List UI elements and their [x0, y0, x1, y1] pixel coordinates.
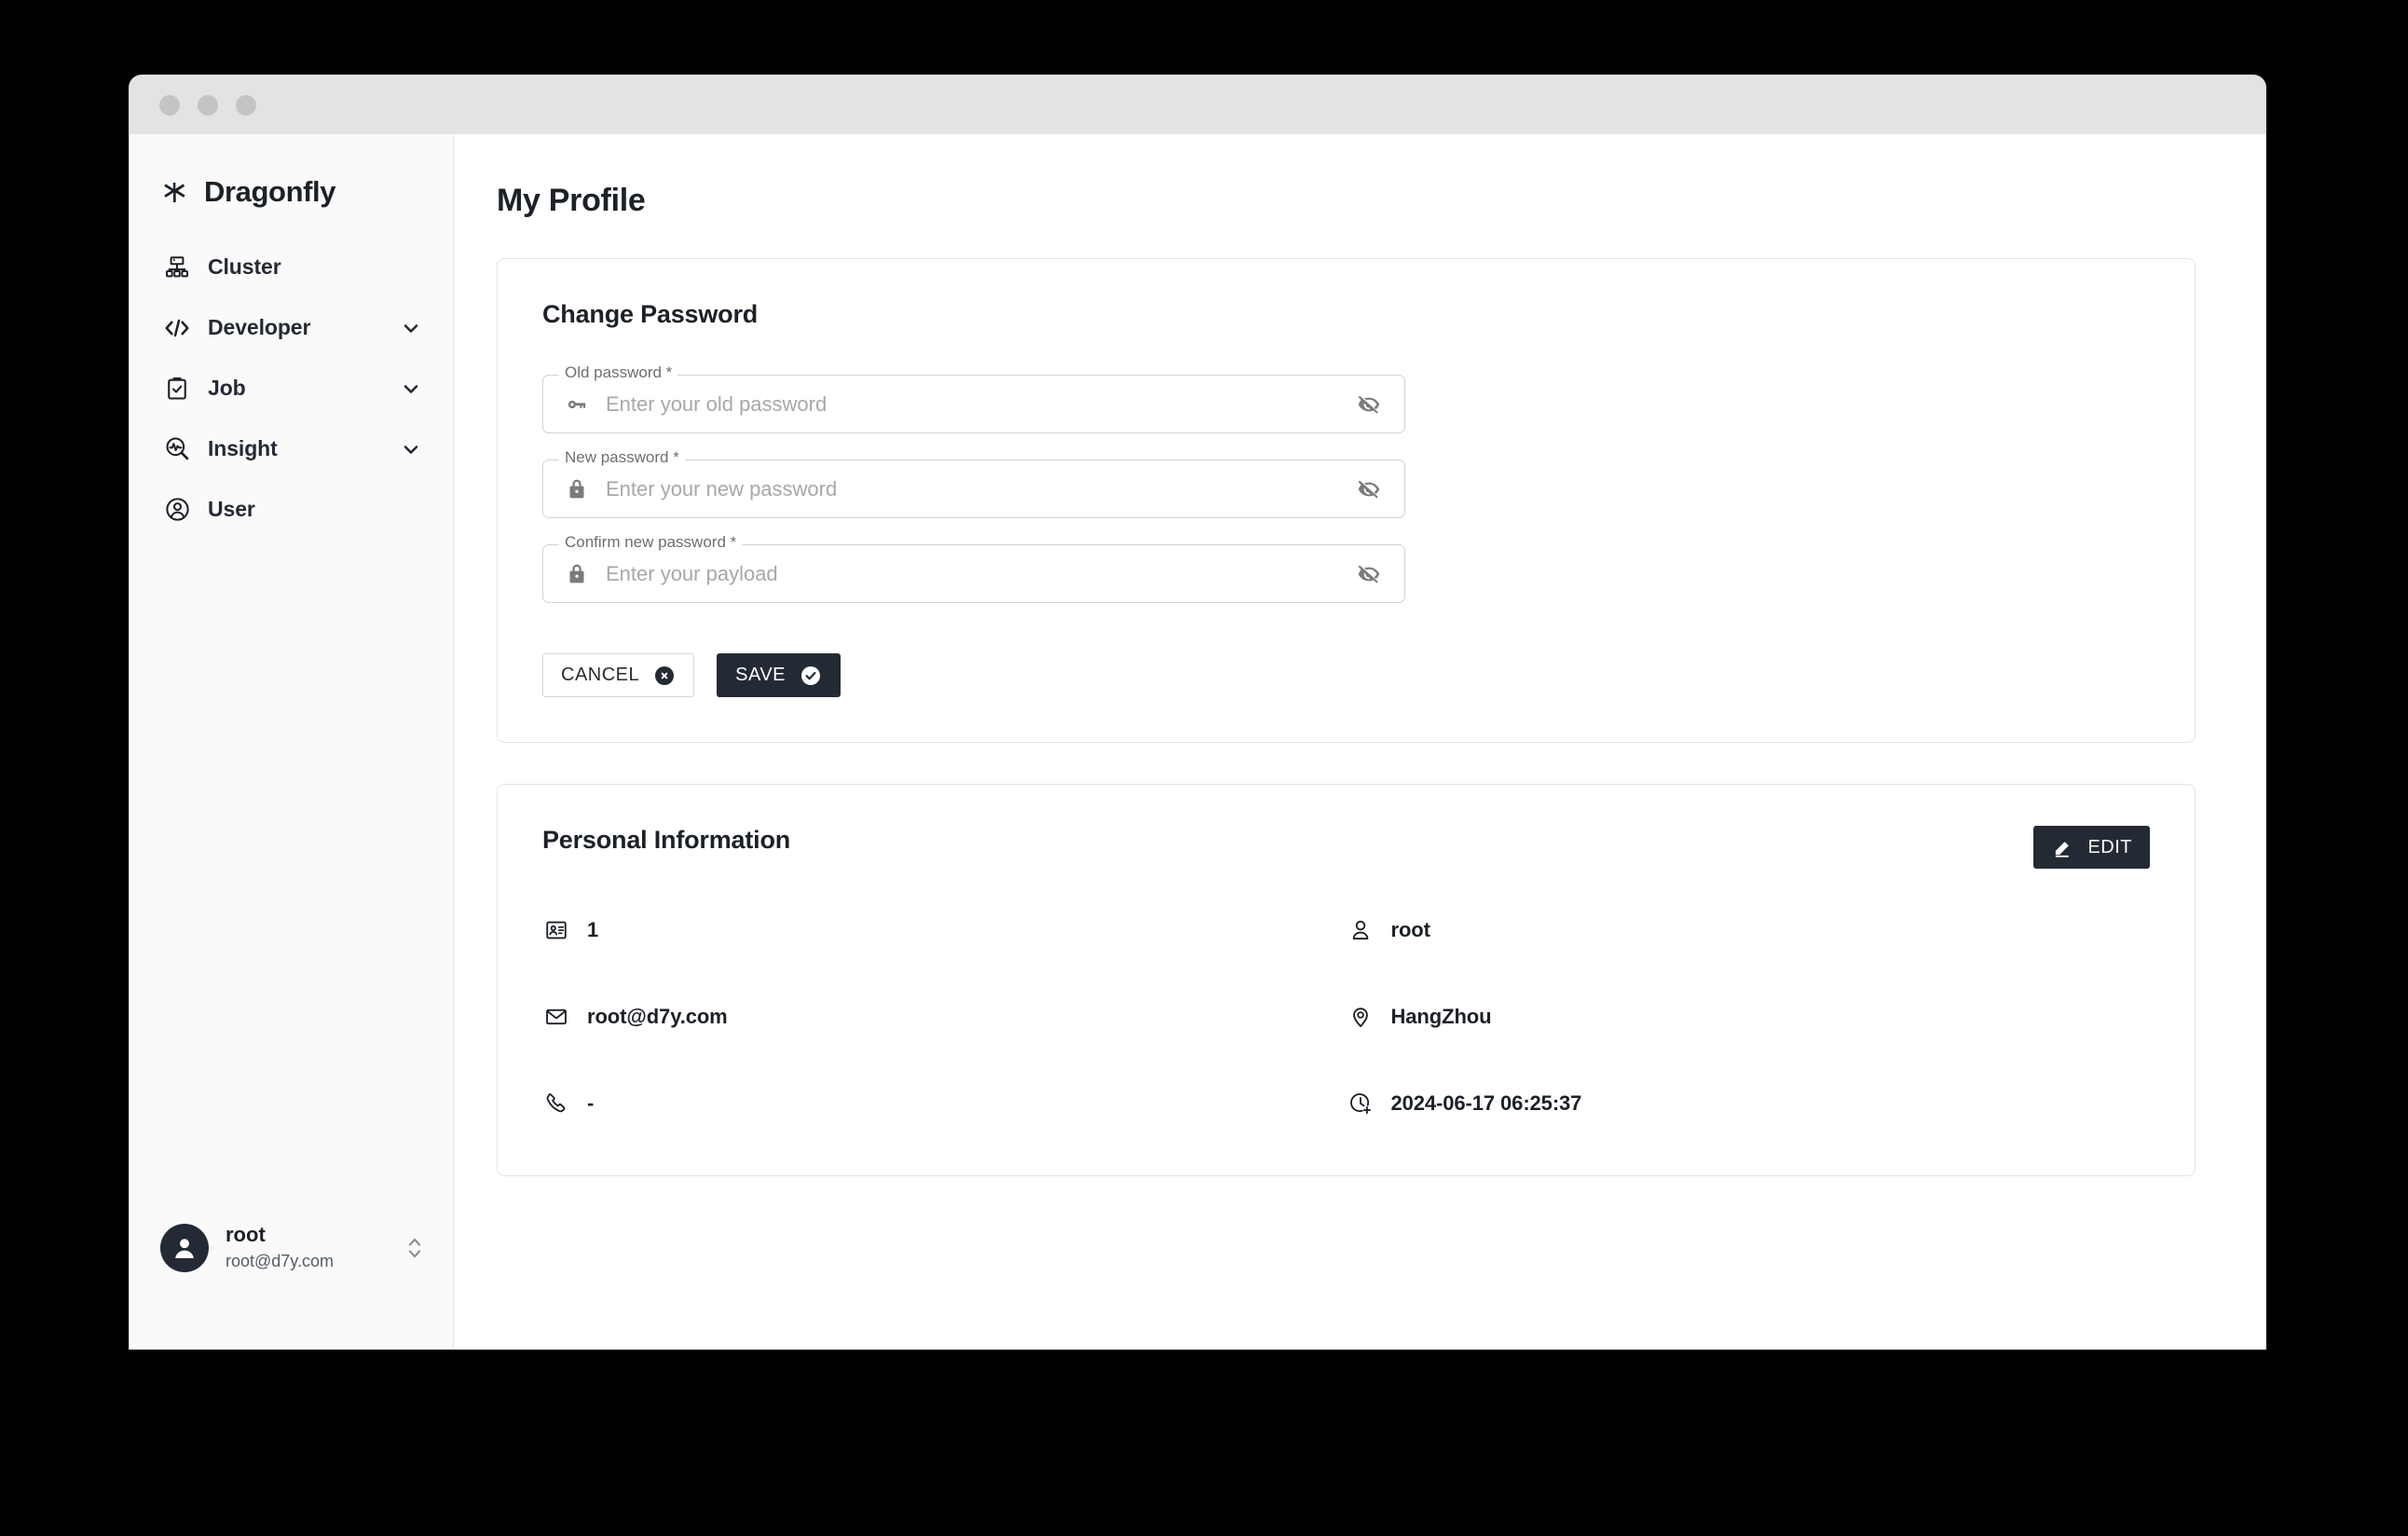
save-button-label: SAVE — [735, 665, 787, 685]
app-window: Dragonfly Cluster Developer Job Insight … — [129, 75, 2266, 1350]
eye-off-icon[interactable] — [1353, 473, 1385, 505]
sidebar-item-job[interactable]: Job — [130, 366, 453, 410]
edit-button[interactable]: EDIT — [2033, 826, 2150, 869]
info-value: 2024-06-17 06:25:37 — [1390, 1091, 1582, 1115]
close-window-button[interactable] — [159, 94, 180, 116]
cancel-button[interactable]: CANCEL — [542, 653, 695, 697]
brand[interactable]: Dragonfly — [130, 134, 453, 209]
sidebar-nav: Cluster Developer Job Insight User — [130, 245, 453, 548]
eye-off-icon[interactable] — [1353, 389, 1385, 420]
info-item-id: 1 — [542, 916, 1347, 944]
info-value: root — [1390, 918, 1430, 941]
info-value: root@d7y.com — [587, 1005, 728, 1028]
old-password-input[interactable] — [606, 391, 1338, 417]
info-item-email: root@d7y.com — [542, 1003, 1347, 1031]
brand-name: Dragonfly — [204, 175, 336, 208]
sidebar: Dragonfly Cluster Developer Job Insight … — [130, 134, 454, 1350]
sidebar-item-label: Cluster — [208, 254, 281, 279]
sidebar-item-label: Insight — [208, 436, 278, 460]
clipboard-check-icon — [163, 375, 191, 403]
page-title: My Profile — [497, 183, 646, 218]
check-circle-icon — [799, 664, 822, 687]
insight-search-icon — [163, 435, 191, 463]
personal-information-card: Personal Information EDIT 1 root root@d7… — [497, 784, 2196, 1176]
avatar — [160, 1223, 209, 1272]
personal-information-grid: 1 root root@d7y.com HangZhou - 2024-06-1… — [542, 916, 2150, 1131]
account-name: root — [226, 1223, 266, 1247]
phone-icon — [542, 1090, 570, 1118]
edit-button-label: EDIT — [2087, 836, 2132, 857]
field-inner — [542, 544, 1405, 603]
cancel-button-label: CANCEL — [561, 665, 640, 685]
location-pin-icon — [1347, 1003, 1375, 1031]
cluster-icon — [163, 254, 191, 281]
person-icon — [1347, 916, 1375, 944]
confirm-password-field: Confirm new password * — [542, 534, 1405, 603]
minimize-window-button[interactable] — [198, 94, 218, 116]
lock-icon — [563, 475, 591, 503]
dragonfly-logo-icon — [160, 178, 188, 206]
cancel-circle-icon — [652, 664, 676, 687]
user-circle-icon — [163, 496, 191, 524]
account-switcher[interactable]: root root@d7y.com — [130, 1222, 453, 1273]
clock-add-icon — [1347, 1090, 1375, 1118]
info-value: HangZhou — [1390, 1005, 1492, 1028]
sidebar-item-cluster[interactable]: Cluster — [130, 245, 453, 289]
new-password-input[interactable] — [606, 476, 1338, 501]
main-content: My Profile Change Password Old password … — [454, 134, 2265, 1350]
info-item-created-at: 2024-06-17 06:25:37 — [1347, 1090, 2151, 1118]
window-body: Dragonfly Cluster Developer Job Insight … — [130, 134, 2265, 1350]
save-button[interactable]: SAVE — [717, 653, 841, 697]
password-fields: Old password * Enter your old password N… — [542, 364, 2150, 603]
sidebar-item-label: User — [208, 497, 255, 521]
id-card-icon — [542, 916, 570, 944]
sidebar-item-user[interactable]: User — [130, 487, 453, 531]
info-value: 1 — [587, 918, 599, 941]
key-icon — [563, 391, 591, 418]
chevron-down-icon[interactable] — [400, 438, 422, 460]
field-inner — [542, 375, 1405, 433]
field-inner — [542, 459, 1405, 518]
pencil-edit-icon — [2051, 836, 2074, 859]
sidebar-item-label: Job — [208, 376, 246, 400]
confirm-password-input[interactable] — [606, 561, 1338, 586]
info-item-username: root — [1347, 916, 2151, 944]
sidebar-item-developer[interactable]: Developer — [130, 306, 453, 350]
form-actions: CANCEL SAVE — [542, 653, 2150, 697]
sidebar-item-insight[interactable]: Insight — [130, 427, 453, 471]
code-icon — [163, 314, 191, 342]
info-item-phone: - — [542, 1090, 1347, 1118]
info-item-location: HangZhou — [1347, 1003, 2151, 1031]
old-password-field: Old password * — [542, 364, 1405, 433]
chevron-down-icon[interactable] — [400, 377, 422, 400]
window-titlebar — [130, 75, 2265, 134]
new-password-field: New password * — [542, 449, 1405, 518]
account-text: root root@d7y.com — [226, 1222, 388, 1273]
personal-information-title: Personal Information — [542, 826, 791, 854]
chevron-down-icon[interactable] — [400, 317, 422, 339]
change-password-card: Change Password Old password * Enter you… — [497, 258, 2196, 743]
eye-off-icon[interactable] — [1353, 558, 1385, 590]
mail-icon — [542, 1003, 570, 1031]
account-email: root@d7y.com — [226, 1251, 334, 1270]
change-password-title: Change Password — [542, 300, 759, 328]
unfold-more-icon[interactable] — [404, 1232, 425, 1264]
lock-icon — [563, 560, 591, 588]
maximize-window-button[interactable] — [236, 94, 256, 116]
info-value: - — [587, 1091, 595, 1115]
sidebar-item-label: Developer — [208, 315, 311, 339]
